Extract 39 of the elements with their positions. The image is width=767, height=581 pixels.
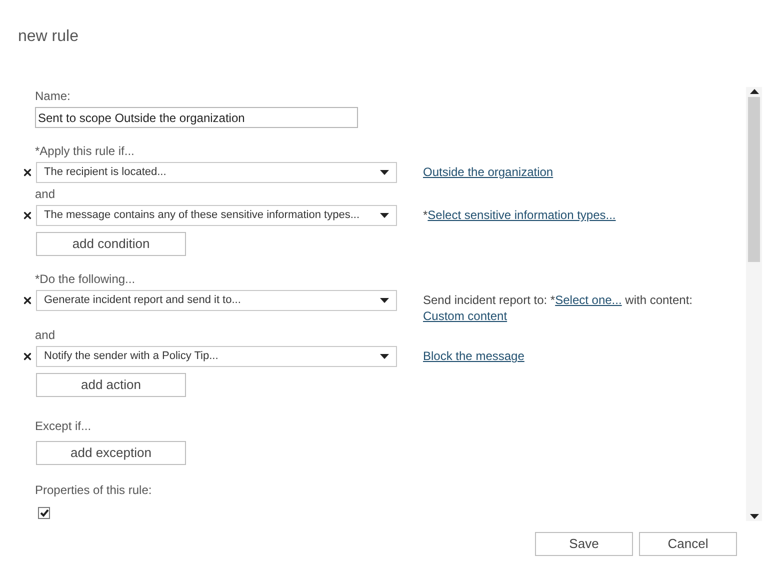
rule-dropdown[interactable]: The message contains any of these sensitive information types...	[36, 205, 397, 226]
dialog-button[interactable]: Cancel	[639, 532, 737, 556]
scrollbar[interactable]	[746, 87, 762, 521]
dropdown-caret-icon	[750, 514, 758, 519]
add-button[interactable]: add condition	[36, 232, 186, 256]
section-heading: Properties of this rule:	[35, 482, 153, 499]
rule-detail: *Select sensitive information types...	[423, 207, 617, 223]
check-icon	[40, 509, 48, 517]
section-heading: *Do the following...	[35, 271, 136, 288]
remove-icon	[22, 166, 32, 178]
dropdown-caret-icon	[380, 298, 389, 303]
add-button[interactable]: add action	[36, 373, 186, 397]
and-label: and	[35, 186, 56, 203]
remove-icon	[22, 294, 32, 306]
and-label: and	[35, 327, 56, 344]
detail-link[interactable]: Block the message	[423, 349, 524, 363]
window-title: new rule	[18, 27, 80, 45]
section-heading: *Apply this rule if...	[35, 143, 136, 160]
dropdown-caret-icon	[380, 170, 389, 175]
field-label: Name:	[35, 88, 72, 105]
detail-link[interactable]: Custom content	[423, 309, 508, 323]
scrollbar-thumb[interactable]	[748, 97, 760, 262]
checkbox[interactable]	[38, 507, 50, 519]
dropdown-caret-icon	[750, 89, 758, 94]
detail-link[interactable]: Select one...	[555, 293, 622, 307]
dropdown-caret-icon	[380, 213, 389, 218]
rule-dropdown[interactable]: Notify the sender with a Policy Tip...	[36, 346, 397, 367]
dropdown-caret-icon	[380, 354, 389, 359]
detail-link[interactable]: Select sensitive information types...	[428, 208, 616, 222]
rule-detail: Send incident report to: *Select one... with content: Custom content	[423, 292, 694, 324]
section-heading: Except if...	[35, 418, 92, 435]
dialog-button[interactable]: Save	[535, 532, 633, 556]
name-field[interactable]: Sent to scope Outside the organization	[35, 107, 358, 128]
add-button[interactable]: add exception	[36, 441, 186, 465]
remove-icon	[22, 350, 32, 362]
remove-icon	[22, 210, 32, 220]
rule-dropdown[interactable]: Generate incident report and send it to...	[36, 290, 397, 311]
rule-dropdown[interactable]: The recipient is located...	[36, 162, 397, 183]
detail-link[interactable]: Outside the organization	[423, 165, 554, 179]
